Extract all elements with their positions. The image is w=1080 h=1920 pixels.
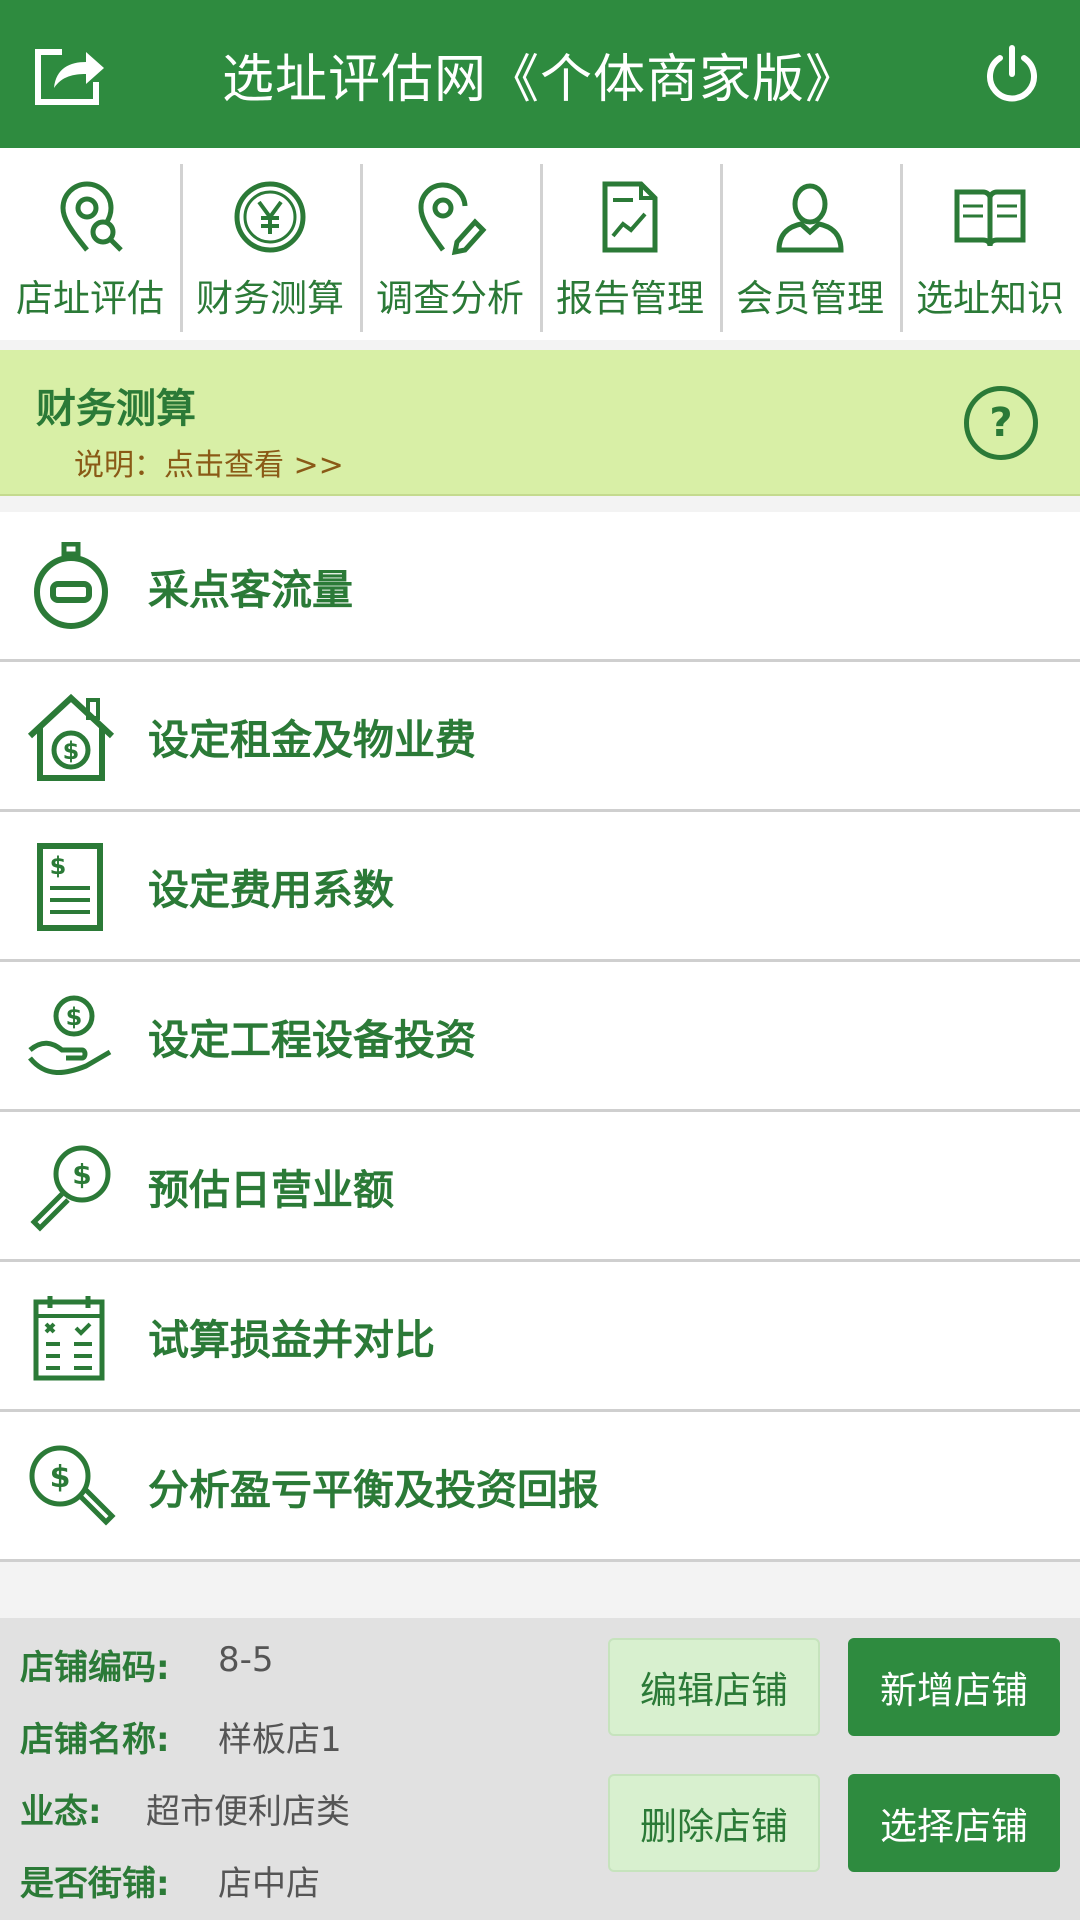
add-store-button[interactable]: 新增店铺 bbox=[848, 1638, 1060, 1736]
street-shop-value: 店中店 bbox=[218, 1864, 320, 1904]
menu-item-break-even[interactable]: $ 分析盈亏平衡及投资回报 bbox=[0, 1412, 1080, 1562]
menu-item-label: 预估日营业额 bbox=[148, 1165, 394, 1214]
section-header: 财务测算 说明：点击查看 >> ? bbox=[0, 350, 1080, 496]
power-icon[interactable] bbox=[982, 44, 1042, 104]
app-header: 选址评估网《个体商家版》 bbox=[0, 0, 1080, 148]
street-shop-label: 是否街铺: bbox=[20, 1864, 170, 1904]
nav-item-members[interactable]: 会员管理 bbox=[720, 148, 900, 340]
select-store-button[interactable]: 选择店铺 bbox=[848, 1774, 1060, 1872]
menu-item-cost-coefficient[interactable]: $ 设定费用系数 bbox=[0, 812, 1080, 962]
menu-item-traffic[interactable]: 采点客流量 bbox=[0, 512, 1080, 662]
calendar-calc-icon bbox=[33, 1296, 105, 1381]
svg-text:$: $ bbox=[72, 1158, 91, 1191]
nav-label: 调查分析 bbox=[376, 277, 524, 320]
magnifier-dollar-icon: $ bbox=[30, 1145, 111, 1232]
nav-label: 店址评估 bbox=[16, 277, 164, 320]
store-name-label: 店铺名称: bbox=[20, 1720, 170, 1760]
menu-item-label: 试算损益并对比 bbox=[148, 1315, 435, 1364]
nav-label: 财务测算 bbox=[196, 277, 344, 320]
invoice-icon: $ bbox=[37, 843, 103, 931]
help-icon[interactable]: ? bbox=[964, 386, 1038, 460]
svg-text:$: $ bbox=[63, 737, 80, 765]
menu-item-label: 分析盈亏平衡及投资回报 bbox=[148, 1465, 599, 1514]
report-chart-icon bbox=[602, 181, 658, 253]
share-icon[interactable] bbox=[32, 42, 108, 108]
store-info-panel: 店铺编码: 8-5 店铺名称: 样板店1 业态: 超市便利店类 是否街铺: 店中… bbox=[0, 1618, 1080, 1920]
nav-label: 报告管理 bbox=[556, 277, 704, 320]
store-type-value: 超市便利店类 bbox=[146, 1792, 350, 1832]
dollar-search-icon: $ bbox=[29, 1445, 116, 1526]
svg-text:$: $ bbox=[66, 1003, 83, 1031]
finance-menu: 采点客流量 $ 设定租金及物业费 $ 设定费用系数 $ 设定工程设备投资 $ 预… bbox=[0, 512, 1080, 1562]
nav-item-reports[interactable]: 报告管理 bbox=[540, 148, 720, 340]
store-name-value: 样板店1 bbox=[218, 1720, 342, 1760]
hand-coin-icon: $ bbox=[28, 995, 112, 1076]
nav-item-finance[interactable]: 财务测算 bbox=[180, 148, 360, 340]
location-edit-icon bbox=[418, 182, 487, 256]
house-dollar-icon: $ bbox=[27, 693, 115, 781]
menu-item-rent[interactable]: $ 设定租金及物业费 bbox=[0, 662, 1080, 812]
location-search-icon bbox=[60, 181, 123, 252]
menu-item-label: 设定费用系数 bbox=[148, 865, 394, 914]
menu-item-daily-sales[interactable]: $ 预估日营业额 bbox=[0, 1112, 1080, 1262]
store-type-label: 业态: bbox=[20, 1792, 102, 1832]
svg-text:$: $ bbox=[50, 852, 67, 880]
section-note-link[interactable]: 说明：点击查看 >> bbox=[74, 440, 344, 484]
svg-text:$: $ bbox=[50, 1460, 71, 1495]
nav-label: 选址知识 bbox=[916, 277, 1064, 320]
nav-label: 会员管理 bbox=[736, 277, 884, 320]
book-icon bbox=[954, 189, 1026, 247]
edit-store-button[interactable]: 编辑店铺 bbox=[608, 1638, 820, 1736]
top-nav: 店址评估 财务测算 调查分析 报告管理 会员管理 选址知识 bbox=[0, 148, 1080, 340]
user-icon bbox=[776, 183, 844, 253]
store-code-label: 店铺编码: bbox=[20, 1648, 170, 1688]
delete-store-button[interactable]: 删除店铺 bbox=[608, 1774, 820, 1872]
yen-coin-icon bbox=[234, 181, 306, 253]
menu-item-equipment-investment[interactable]: $ 设定工程设备投资 bbox=[0, 962, 1080, 1112]
nav-item-site-evaluation[interactable]: 店址评估 bbox=[0, 148, 180, 340]
nav-item-survey[interactable]: 调查分析 bbox=[360, 148, 540, 340]
menu-item-label: 设定租金及物业费 bbox=[148, 715, 476, 764]
menu-item-label: 设定工程设备投资 bbox=[148, 1015, 476, 1064]
menu-item-label: 采点客流量 bbox=[148, 565, 353, 614]
section-title: 财务测算 bbox=[36, 386, 196, 432]
store-code-value: 8-5 bbox=[218, 1640, 274, 1680]
app-title: 选址评估网《个体商家版》 bbox=[221, 49, 858, 110]
menu-item-profit-loss[interactable]: 试算损益并对比 bbox=[0, 1262, 1080, 1412]
nav-item-knowledge[interactable]: 选址知识 bbox=[900, 148, 1080, 340]
stopwatch-icon bbox=[34, 542, 108, 629]
